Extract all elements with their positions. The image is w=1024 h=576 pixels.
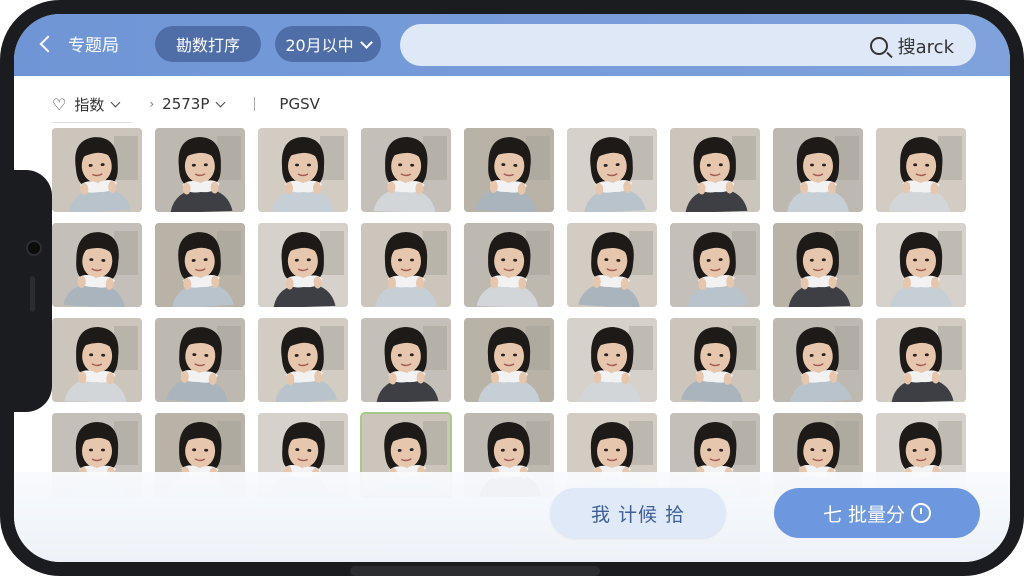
portrait-image bbox=[567, 223, 657, 307]
portrait-image bbox=[52, 223, 142, 307]
portrait-image bbox=[670, 128, 760, 212]
portrait-image bbox=[670, 318, 760, 402]
portrait-image bbox=[464, 318, 554, 402]
photo-thumbnail[interactable] bbox=[464, 223, 554, 307]
camera-notch bbox=[0, 170, 52, 412]
search-bar[interactable]: 搜arck bbox=[400, 24, 976, 66]
portrait-image bbox=[361, 223, 451, 307]
portrait-image bbox=[258, 128, 348, 212]
filter-2-label: 2573P bbox=[162, 95, 210, 113]
photo-thumbnail[interactable] bbox=[773, 223, 863, 307]
photo-thumbnail[interactable] bbox=[52, 223, 142, 307]
photo-thumbnail[interactable] bbox=[52, 128, 142, 212]
photo-thumbnail[interactable] bbox=[52, 318, 142, 402]
secondary-action-button[interactable]: 我 计候 拾 bbox=[550, 488, 726, 538]
portrait-image bbox=[52, 318, 142, 402]
sort-pill-label: 勘数打序 bbox=[175, 36, 240, 55]
back-label: 专题局 bbox=[68, 36, 119, 56]
portrait-image bbox=[258, 223, 348, 307]
photo-thumbnail[interactable] bbox=[155, 318, 245, 402]
search-text: 搜arck bbox=[897, 37, 954, 58]
photo-thumbnail[interactable] bbox=[155, 128, 245, 212]
portrait-image bbox=[361, 128, 451, 212]
photo-thumbnail[interactable] bbox=[155, 223, 245, 307]
portrait-image bbox=[361, 318, 451, 402]
filter-format[interactable]: PGSV bbox=[279, 95, 319, 113]
portrait-image bbox=[464, 128, 554, 212]
filter-1-label: 指数 bbox=[74, 95, 105, 114]
back-button[interactable]: 专题局 bbox=[39, 31, 119, 56]
date-filter-label: 20月以中 bbox=[285, 36, 354, 55]
photo-thumbnail[interactable] bbox=[258, 128, 348, 212]
portrait-image bbox=[52, 128, 142, 212]
photo-grid bbox=[52, 128, 982, 498]
photo-thumbnail[interactable] bbox=[567, 128, 657, 212]
divider bbox=[254, 97, 256, 111]
portrait-image bbox=[773, 223, 863, 307]
date-filter-pill[interactable]: 20月以中 bbox=[275, 26, 381, 62]
portrait-image bbox=[876, 318, 966, 402]
screen: 专题局 勘数打序 20月以中 搜arck ♡ 指数 › 2573P PGSV 我… bbox=[14, 14, 1010, 562]
portrait-image bbox=[155, 318, 245, 402]
photo-thumbnail[interactable] bbox=[464, 318, 554, 402]
photo-thumbnail[interactable] bbox=[773, 128, 863, 212]
batch-action-label: 七 批量分 bbox=[822, 503, 906, 526]
portrait-image bbox=[155, 223, 245, 307]
filter-underline bbox=[52, 122, 132, 123]
portrait-image bbox=[258, 318, 348, 402]
photo-thumbnail[interactable] bbox=[361, 223, 451, 307]
photo-thumbnail[interactable] bbox=[361, 128, 451, 212]
photo-thumbnail[interactable] bbox=[876, 318, 966, 402]
photo-thumbnail[interactable] bbox=[773, 318, 863, 402]
camera-icon bbox=[26, 240, 42, 256]
photo-thumbnail[interactable] bbox=[258, 318, 348, 402]
secondary-action-label: 我 计候 拾 bbox=[590, 503, 686, 526]
photo-thumbnail[interactable] bbox=[670, 128, 760, 212]
top-bar: 专题局 勘数打序 20月以中 搜arck bbox=[14, 14, 1010, 76]
chevron-right-icon: › bbox=[149, 97, 155, 111]
photo-thumbnail[interactable] bbox=[670, 223, 760, 307]
speaker-icon bbox=[30, 276, 35, 312]
phone-frame: 专题局 勘数打序 20月以中 搜arck ♡ 指数 › 2573P PGSV 我… bbox=[0, 0, 1024, 576]
filter-3-label: PGSV bbox=[279, 95, 320, 113]
chevron-down-icon bbox=[110, 97, 121, 108]
chevron-left-icon bbox=[39, 35, 57, 53]
photo-thumbnail[interactable] bbox=[567, 318, 657, 402]
search-icon bbox=[869, 37, 888, 55]
batch-action-button[interactable]: 七 批量分 bbox=[774, 488, 980, 538]
heart-icon: ♡ bbox=[52, 94, 67, 114]
portrait-image bbox=[567, 128, 657, 212]
portrait-image bbox=[567, 318, 657, 402]
filter-favorites[interactable]: ♡ 指数 bbox=[52, 94, 121, 115]
portrait-image bbox=[876, 223, 966, 307]
photo-thumbnail[interactable] bbox=[464, 128, 554, 212]
photo-thumbnail[interactable] bbox=[567, 223, 657, 307]
portrait-image bbox=[464, 223, 554, 307]
sort-pill[interactable]: 勘数打序 bbox=[155, 26, 261, 62]
portrait-image bbox=[670, 223, 760, 307]
photo-thumbnail[interactable] bbox=[361, 318, 451, 402]
chevron-down-icon bbox=[359, 35, 373, 49]
portrait-image bbox=[876, 128, 966, 212]
photo-thumbnail[interactable] bbox=[670, 318, 760, 402]
portrait-image bbox=[773, 318, 863, 402]
filter-row: ♡ 指数 › 2573P PGSV bbox=[52, 92, 350, 116]
filter-count[interactable]: › 2573P bbox=[149, 95, 226, 113]
bottom-edge bbox=[350, 566, 600, 576]
clock-icon bbox=[911, 503, 932, 523]
photo-thumbnail[interactable] bbox=[258, 223, 348, 307]
photo-thumbnail[interactable] bbox=[876, 128, 966, 212]
chevron-down-icon bbox=[215, 97, 226, 108]
photo-thumbnail[interactable] bbox=[876, 223, 966, 307]
portrait-image bbox=[773, 128, 863, 212]
portrait-image bbox=[155, 128, 245, 212]
